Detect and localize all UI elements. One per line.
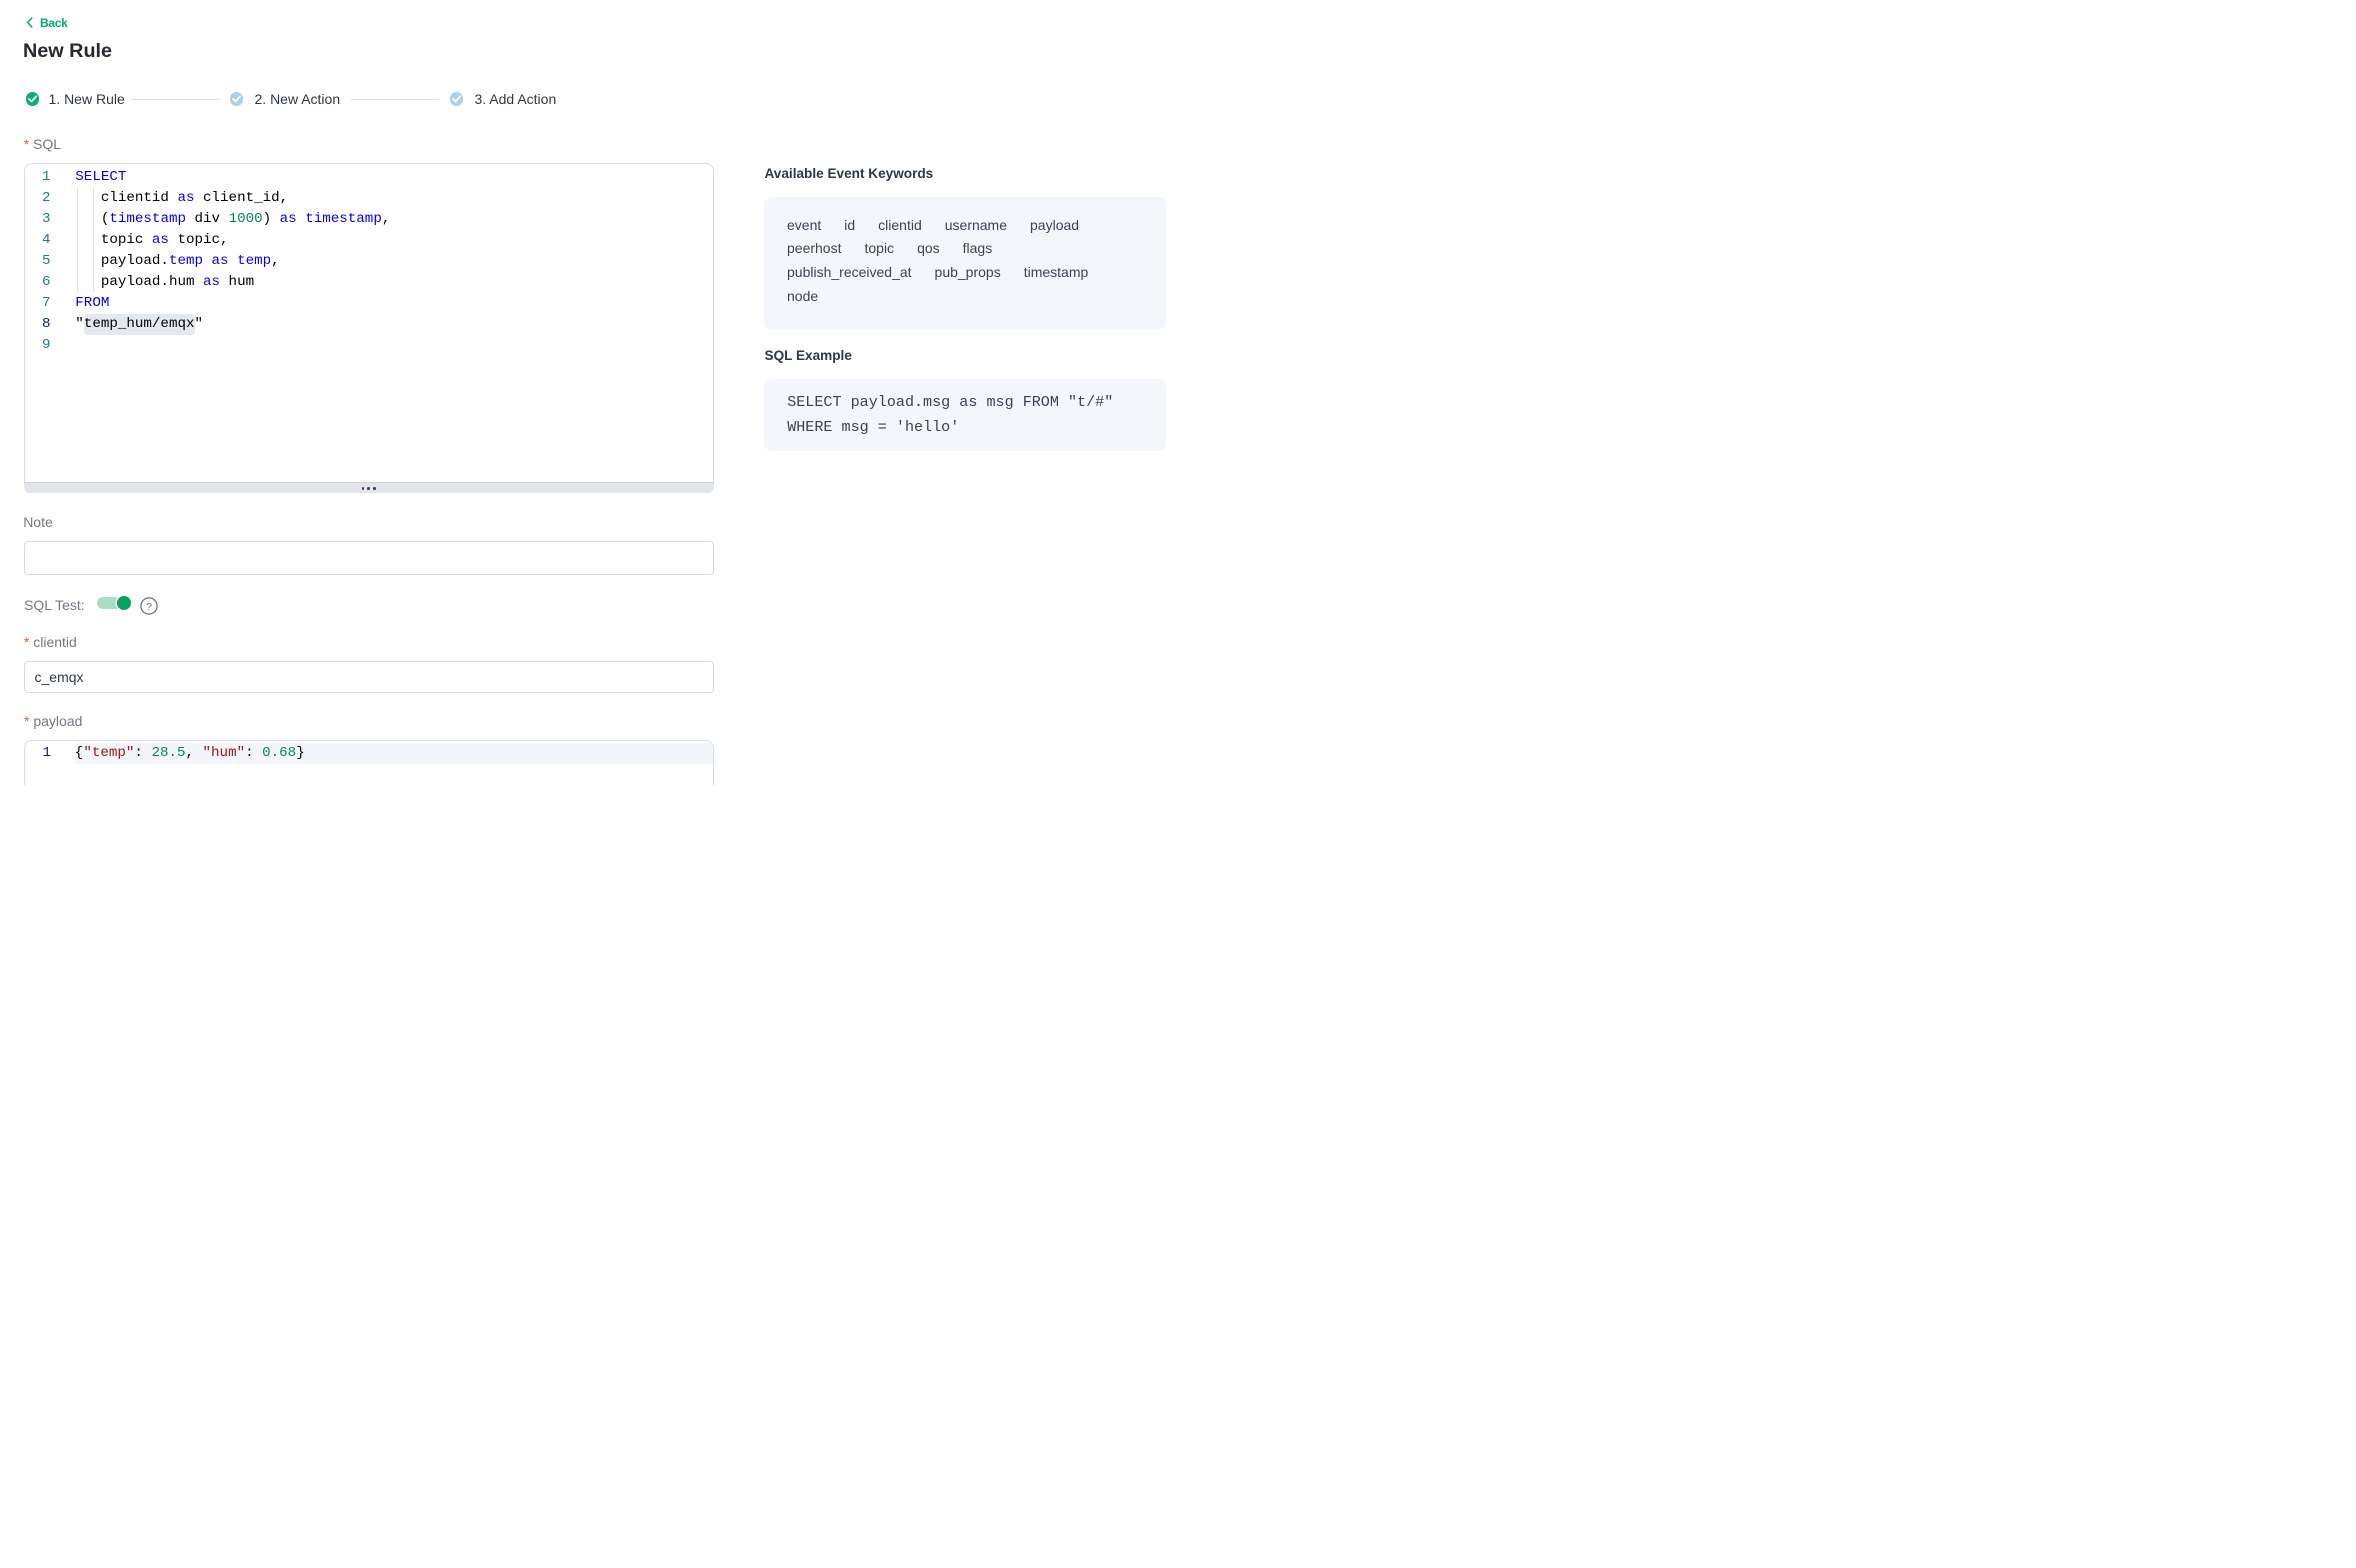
- svg-text:?: ?: [146, 601, 152, 613]
